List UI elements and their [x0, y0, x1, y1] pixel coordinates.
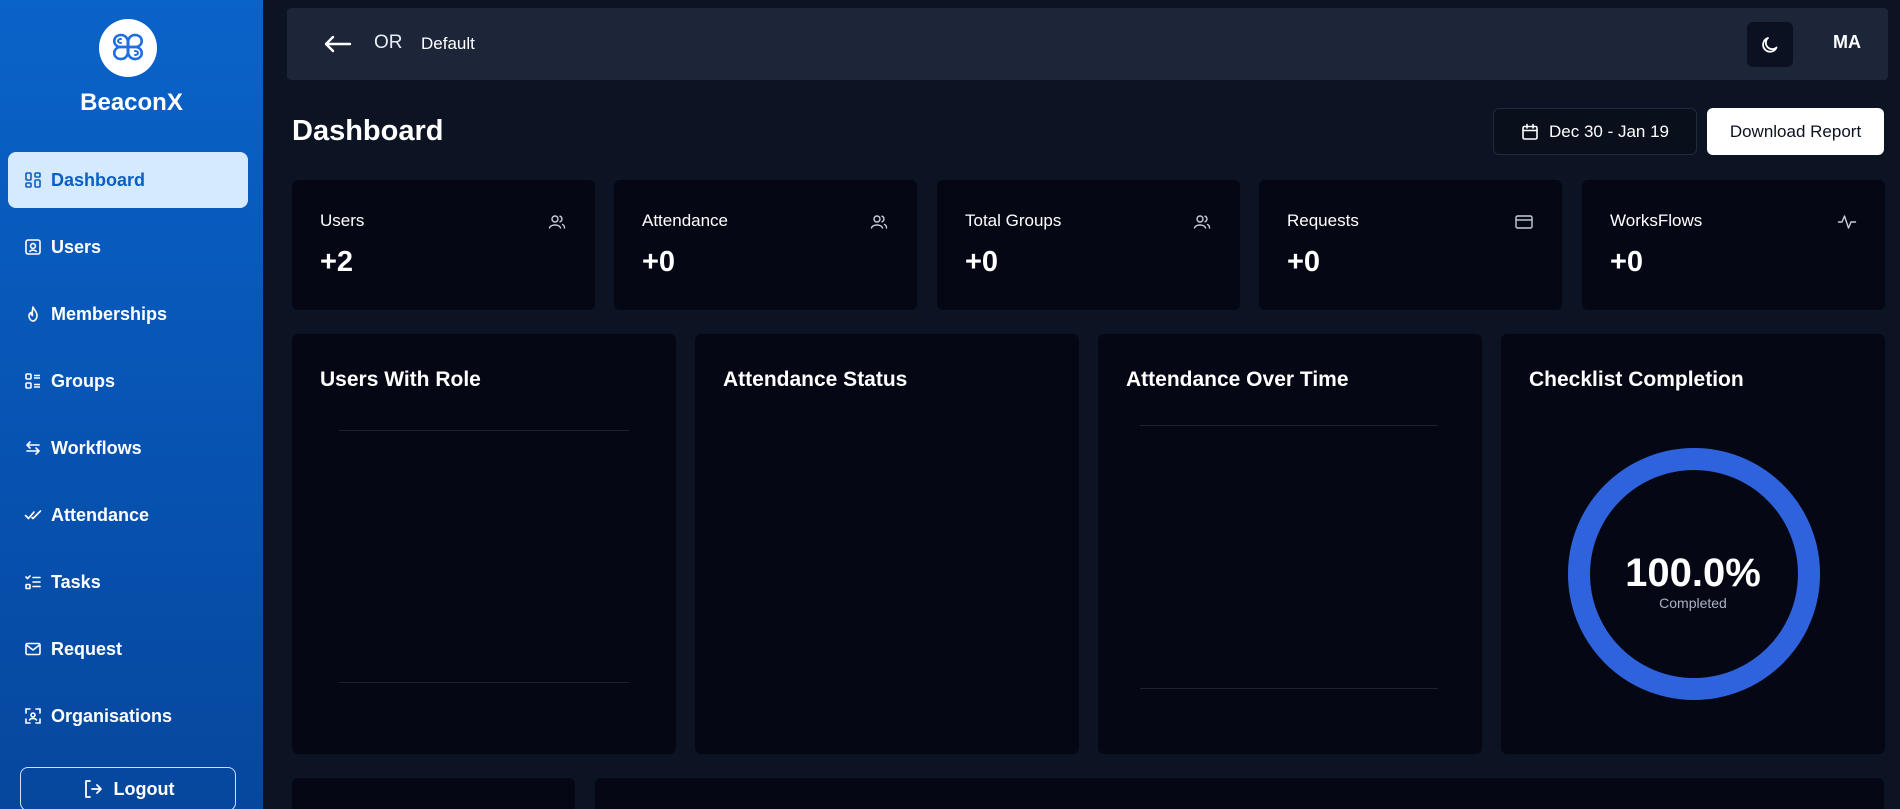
sidebar-item-label: Users [51, 236, 102, 257]
list-grid-icon [25, 373, 40, 389]
page-title: Dashboard [292, 115, 444, 147]
bottom-panel-right [595, 778, 1884, 809]
panel-title: Attendance Status [723, 368, 908, 391]
panel-title: Checklist Completion [1529, 368, 1744, 391]
bottom-panel-left [292, 778, 575, 809]
user-badge-icon [25, 239, 41, 255]
logout-icon [84, 780, 102, 798]
stat-value: +0 [642, 246, 676, 278]
sidebar-item-label: Tasks [51, 571, 101, 592]
app-name: BeaconX [80, 89, 183, 116]
stat-card-attendance: Attendance +0 [614, 180, 917, 310]
flame-icon [28, 306, 38, 322]
chart-gridline [339, 430, 629, 431]
sidebar-item-organisations[interactable]: Organisations [8, 688, 248, 744]
attendance-status-panel: Attendance Status [695, 334, 1079, 754]
stat-label: Total Groups [965, 211, 1062, 230]
stat-label: Attendance [642, 211, 729, 230]
logout-label: Logout [113, 778, 175, 799]
sidebar-item-label: Dashboard [51, 169, 146, 190]
dashboard-icon [25, 172, 41, 188]
top-bar: OR Default MA [287, 8, 1888, 80]
sidebar-item-attendance[interactable]: Attendance [8, 487, 248, 543]
sidebar-item-label: Attendance [51, 504, 150, 525]
stat-value: +2 [320, 246, 354, 278]
stat-card-workflows: WorksFlows +0 [1582, 180, 1885, 310]
download-report-button[interactable]: Download Report [1707, 108, 1884, 155]
users-with-role-panel: Users With Role [292, 334, 676, 754]
sidebar: BeaconX Dashboard Users Memberships Grou… [0, 0, 263, 809]
sidebar-item-label: Memberships [51, 303, 168, 324]
stat-value: +0 [1287, 246, 1321, 278]
sidebar-item-label: Workflows [51, 437, 142, 458]
attendance-over-time-panel: Attendance Over Time [1098, 334, 1482, 754]
avatar[interactable]: MA [1822, 32, 1872, 53]
chart-gridline [1140, 688, 1438, 689]
sidebar-item-label: Organisations [51, 705, 173, 726]
stat-value: +0 [965, 246, 999, 278]
sidebar-item-dashboard[interactable]: Dashboard [8, 152, 248, 208]
back-arrow-icon[interactable] [323, 32, 353, 56]
stat-card-requests: Requests +0 [1259, 180, 1562, 310]
mail-icon [25, 642, 41, 656]
sidebar-item-request[interactable]: Request [8, 621, 248, 677]
sidebar-item-groups[interactable]: Groups [8, 353, 248, 409]
calendar-icon [1522, 123, 1538, 140]
stat-card-users: Users +2 [292, 180, 595, 310]
arrows-swap-icon [26, 441, 40, 455]
checklist-completion-panel: Checklist Completion 100.0% Completed [1501, 334, 1885, 754]
panel-title: Attendance Over Time [1126, 368, 1349, 391]
sidebar-item-tasks[interactable]: Tasks [8, 554, 248, 610]
stat-label: WorksFlows [1610, 211, 1703, 230]
activity-icon [1837, 215, 1857, 229]
users-icon [548, 215, 566, 229]
logout-button[interactable]: Logout [20, 767, 236, 809]
double-check-icon [24, 510, 42, 520]
stat-card-total-groups: Total Groups +0 [937, 180, 1240, 310]
chart-gridline [339, 682, 629, 683]
date-range-picker[interactable]: Dec 30 - Jan 19 [1493, 108, 1697, 155]
sidebar-item-users[interactable]: Users [8, 219, 248, 275]
stat-label: Users [320, 211, 365, 230]
sidebar-item-label: Request [51, 638, 123, 659]
card-icon [1515, 215, 1533, 229]
org-code[interactable]: OR [374, 32, 403, 54]
moon-icon [1762, 36, 1778, 53]
stat-value: +0 [1610, 246, 1644, 278]
stat-label: Requests [1287, 211, 1359, 230]
users-icon [1193, 215, 1211, 229]
chart-gridline [1140, 425, 1438, 426]
completion-percent: 100.0% [1625, 551, 1761, 595]
org-name[interactable]: Default [421, 34, 475, 54]
date-range-label: Dec 30 - Jan 19 [1548, 121, 1669, 141]
users-icon [870, 215, 888, 229]
checklist-icon [25, 575, 41, 590]
theme-toggle-button[interactable] [1747, 22, 1793, 67]
sidebar-item-memberships[interactable]: Memberships [8, 286, 248, 342]
scan-icon [25, 708, 41, 724]
beaconx-logo-icon[interactable] [99, 19, 157, 77]
sidebar-item-workflows[interactable]: Workflows [8, 420, 248, 476]
sidebar-item-label: Groups [51, 370, 116, 391]
completion-sub-label: Completed [1659, 595, 1727, 611]
panel-title: Users With Role [320, 368, 481, 391]
